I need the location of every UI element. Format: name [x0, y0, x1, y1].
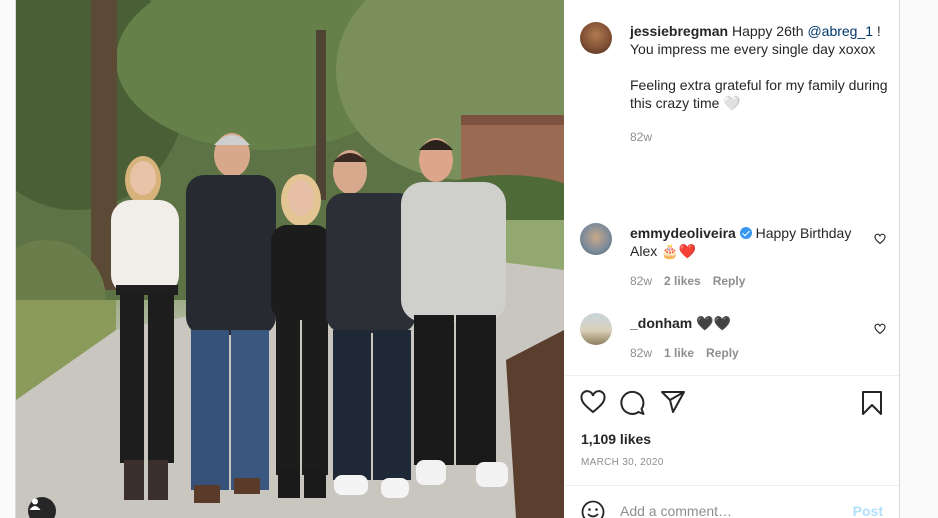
paper-plane-icon[interactable]	[660, 390, 686, 414]
comment-text: 🖤🖤	[696, 315, 731, 331]
comment-timestamp: 82w	[630, 346, 653, 360]
caption-mention-link[interactable]: @abreg_1	[807, 23, 873, 39]
comment-meta: 82w 1 like Reply	[630, 344, 870, 362]
caption-text-end: !	[873, 23, 881, 39]
commenter-avatar[interactable]	[580, 223, 612, 255]
comment-likes-link[interactable]: 2 likes	[664, 274, 701, 288]
user-tag-icon	[29, 498, 41, 510]
comment-bubble-icon[interactable]	[620, 390, 646, 416]
comment-item: _donham 🖤🖤 82w 1 like Reply	[630, 314, 870, 362]
action-bar	[565, 375, 899, 415]
comment-likes-link[interactable]: 1 like	[664, 346, 694, 360]
comment-timestamp: 82w	[630, 274, 653, 288]
comment-input[interactable]: Add a comment…	[620, 503, 732, 518]
post-container: jessiebregman Happy 26th @abreg_1 ! You …	[15, 0, 900, 518]
caption-timestamp: 82w	[630, 130, 653, 144]
family-photo-illustration	[16, 0, 564, 518]
comment-item: emmydeoliveira Happy Birthday Alex 🎂❤️ 8…	[630, 224, 870, 290]
comments-panel: jessiebregman Happy 26th @abreg_1 ! You …	[565, 0, 899, 518]
comment-composer: Add a comment… Post	[565, 485, 899, 518]
commenter-avatar[interactable]	[580, 313, 612, 345]
caption-text-start: Happy 26th	[731, 23, 808, 39]
bookmark-icon[interactable]	[861, 390, 883, 416]
post-comment-button[interactable]: Post	[853, 503, 883, 518]
comment-like-heart-icon[interactable]	[874, 233, 886, 245]
caption-paragraph-2: Feeling extra grateful for my family dur…	[630, 77, 888, 111]
heart-icon[interactable]	[580, 390, 606, 414]
reply-button[interactable]: Reply	[706, 346, 739, 360]
comment-like-heart-icon[interactable]	[874, 323, 886, 335]
verified-badge-icon	[739, 227, 752, 239]
post-caption: jessiebregman Happy 26th @abreg_1 ! You …	[630, 22, 890, 146]
caption-line-2: You impress me every single day xoxox	[630, 41, 876, 57]
comment-username[interactable]: _donham	[630, 315, 692, 331]
post-photo[interactable]	[16, 0, 564, 518]
emoji-face-icon[interactable]	[581, 500, 605, 518]
comment-meta: 82w 2 likes Reply	[630, 272, 870, 290]
likes-count[interactable]: 1,109 likes	[581, 431, 651, 447]
user-tag-button[interactable]	[28, 497, 56, 518]
post-date: MARCH 30, 2020	[581, 457, 664, 468]
caption-author[interactable]: jessiebregman	[630, 23, 728, 39]
author-avatar[interactable]	[580, 22, 612, 54]
reply-button[interactable]: Reply	[713, 274, 746, 288]
comment-username[interactable]: emmydeoliveira	[630, 225, 736, 241]
